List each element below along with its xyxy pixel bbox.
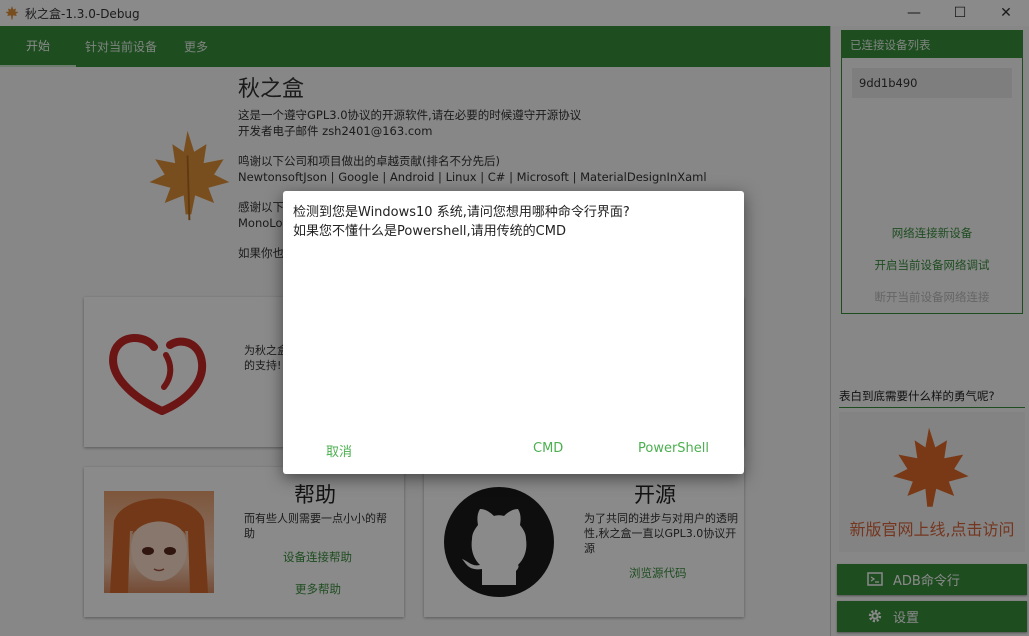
shell-choice-dialog: 检测到您是Windows10 系统,请问您想用哪种命令行界面? 如果您不懂什么是… (283, 191, 744, 474)
dialog-message: 检测到您是Windows10 系统,请问您想用哪种命令行界面? 如果您不懂什么是… (293, 203, 733, 241)
powershell-button[interactable]: PowerShell (634, 439, 713, 458)
dialog-line-2: 如果您不懂什么是Powershell,请用传统的CMD (293, 224, 566, 239)
dialog-line-1: 检测到您是Windows10 系统,请问您想用哪种命令行界面? (293, 205, 630, 220)
cmd-button[interactable]: CMD (529, 439, 567, 458)
cancel-button[interactable]: 取消 (322, 439, 356, 462)
